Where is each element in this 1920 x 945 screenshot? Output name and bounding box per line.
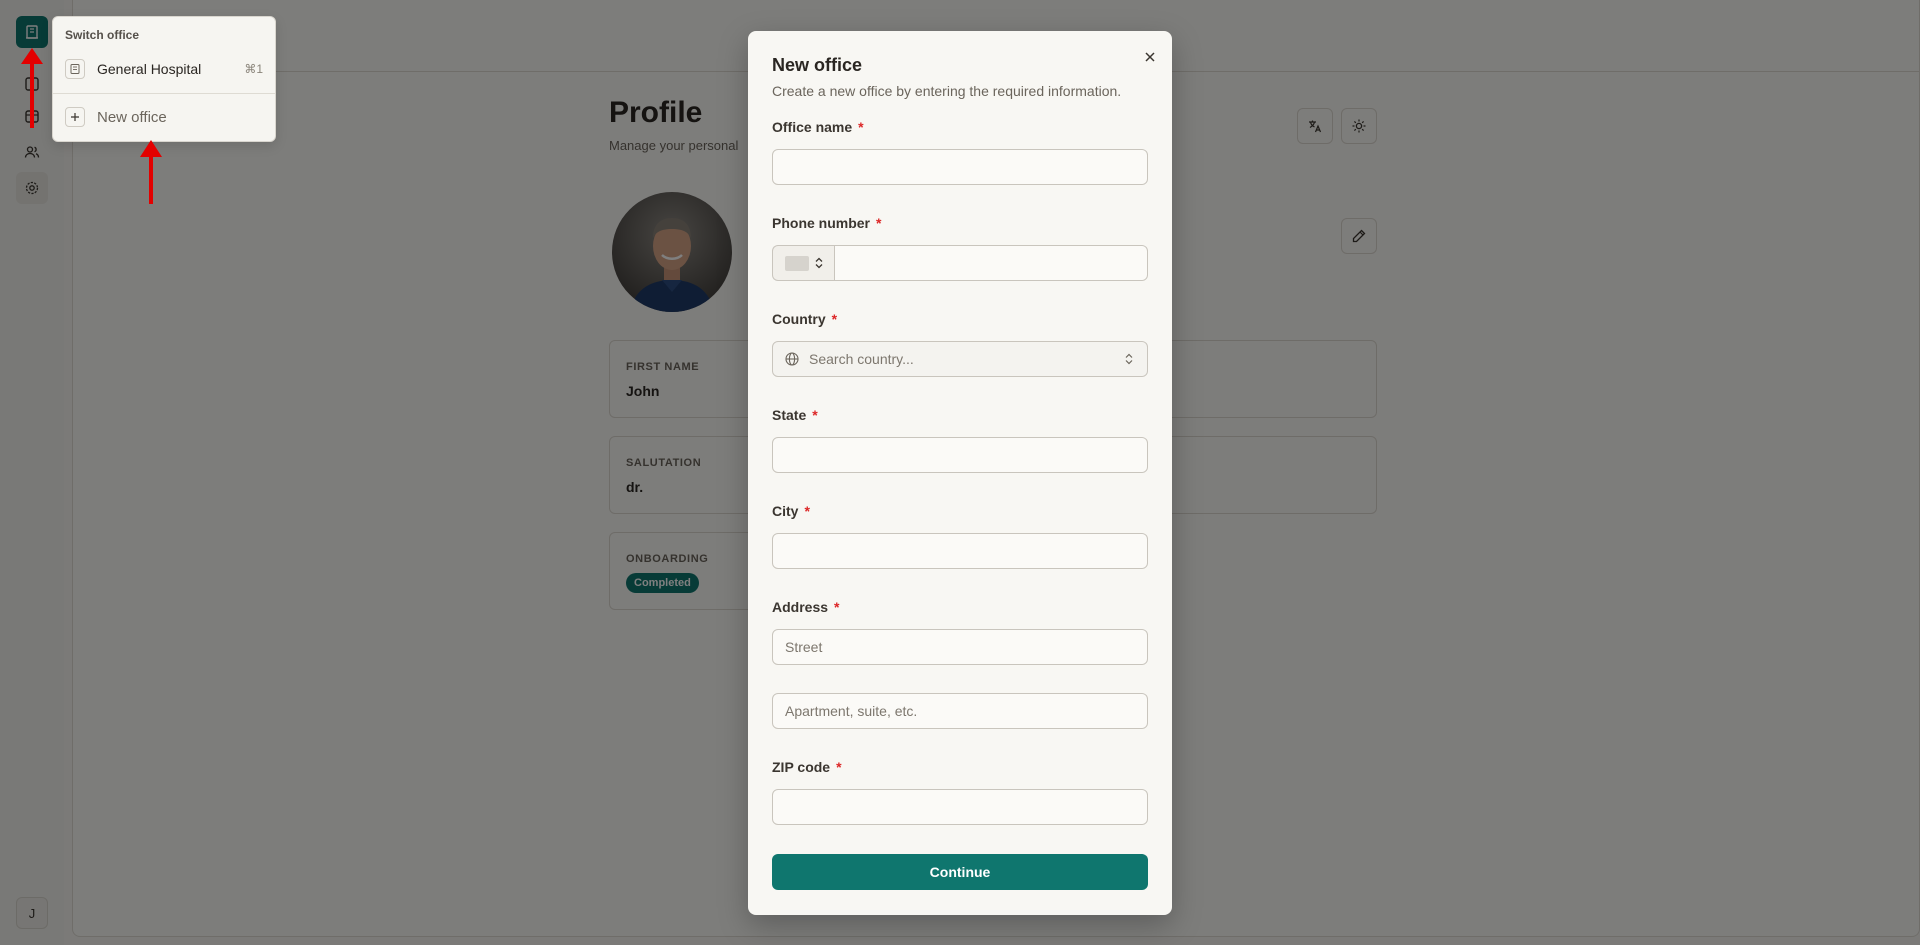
office-switcher-menu: Switch office General Hospital ⌘1 New of… bbox=[52, 16, 276, 142]
close-icon bbox=[1145, 52, 1155, 62]
office-name-input[interactable] bbox=[772, 149, 1148, 185]
country-placeholder: Search country... bbox=[809, 351, 914, 367]
country-select[interactable]: Search country... bbox=[772, 341, 1148, 377]
dialog-title: New office bbox=[772, 55, 863, 75]
phone-number-field bbox=[772, 245, 1148, 281]
required-marker: * bbox=[831, 311, 838, 327]
new-office-label: New office bbox=[97, 108, 167, 126]
country-label: Country * bbox=[772, 311, 838, 327]
new-office-menu-item[interactable]: New office bbox=[59, 101, 271, 133]
address-label: Address * bbox=[772, 599, 840, 615]
office-menu-item-label: General Hospital bbox=[97, 61, 202, 77]
phone-number-input[interactable] bbox=[834, 245, 1148, 281]
chevron-up-down-icon bbox=[1125, 353, 1133, 365]
globe-icon bbox=[785, 352, 799, 366]
new-office-dialog: New office Create a new office by enteri… bbox=[748, 31, 1172, 915]
state-input[interactable] bbox=[772, 437, 1148, 473]
required-marker: * bbox=[836, 759, 842, 775]
chevron-up-down-icon bbox=[815, 257, 823, 269]
street-input[interactable] bbox=[772, 629, 1148, 665]
building-icon bbox=[65, 59, 85, 79]
office-menu-item-shortcut: ⌘1 bbox=[244, 62, 263, 76]
office-menu-item-general-hospital[interactable]: General Hospital ⌘1 bbox=[59, 53, 271, 85]
flag-icon bbox=[785, 255, 809, 271]
required-marker: * bbox=[812, 407, 818, 423]
state-label: State * bbox=[772, 407, 818, 423]
continue-button[interactable]: Continue bbox=[772, 854, 1148, 890]
annotation-arrow-up bbox=[140, 140, 162, 204]
zip-code-input[interactable] bbox=[772, 789, 1148, 825]
office-menu-title: Switch office bbox=[65, 28, 140, 42]
annotation-arrow-up bbox=[21, 48, 43, 128]
required-marker: * bbox=[804, 503, 810, 519]
menu-divider bbox=[53, 93, 275, 94]
required-marker: * bbox=[858, 119, 864, 135]
city-input[interactable] bbox=[772, 533, 1148, 569]
required-marker: * bbox=[834, 599, 840, 615]
plus-icon bbox=[65, 107, 85, 127]
country-code-select[interactable] bbox=[772, 245, 834, 281]
required-marker: * bbox=[876, 215, 882, 231]
dialog-description: Create a new office by entering the requ… bbox=[772, 83, 1122, 99]
apartment-input[interactable] bbox=[772, 693, 1148, 729]
city-label: City * bbox=[772, 503, 810, 519]
phone-number-label: Phone number * bbox=[772, 215, 882, 231]
close-button[interactable] bbox=[1140, 47, 1160, 67]
zip-code-label: ZIP code * bbox=[772, 759, 842, 775]
office-name-label: Office name * bbox=[772, 119, 864, 135]
